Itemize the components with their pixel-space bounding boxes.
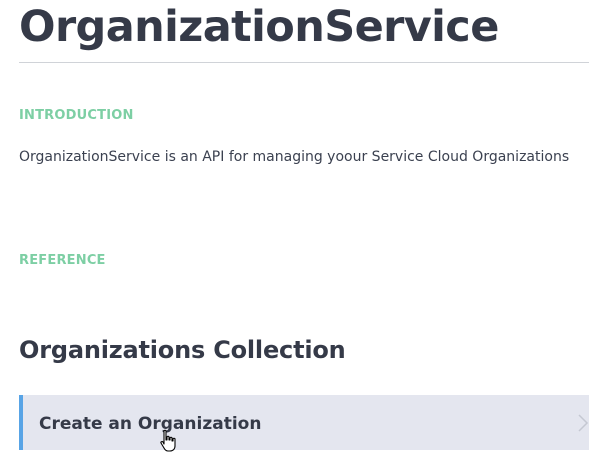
- page-title: OrganizationService: [19, 2, 499, 52]
- endpoint-label: Create an Organization: [39, 414, 262, 434]
- endpoint-create-organization[interactable]: Create an Organization: [19, 395, 589, 450]
- hand-pointer-icon: [158, 429, 180, 453]
- chevron-right-icon: [577, 414, 589, 432]
- introduction-label: INTRODUCTION: [19, 108, 134, 123]
- introduction-text: OrganizationService is an API for managi…: [19, 149, 570, 165]
- collection-title: Organizations Collection: [19, 336, 346, 364]
- title-divider: [19, 62, 589, 63]
- reference-label: REFERENCE: [19, 253, 106, 268]
